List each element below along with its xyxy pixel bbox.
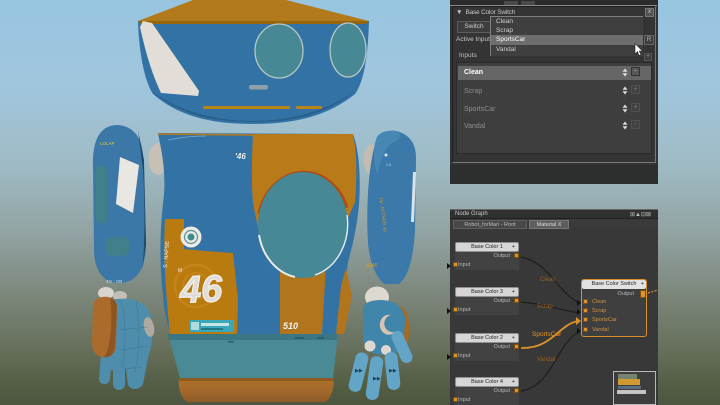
svg-text:4O : OB: 4O : OB xyxy=(106,279,122,284)
svg-text:46: 46 xyxy=(178,268,224,312)
svg-text:1 3: 1 3 xyxy=(386,163,391,167)
svg-text:▶▶: ▶▶ xyxy=(389,368,397,374)
svg-text:Clean: Clean xyxy=(540,277,556,283)
svg-text:Scrap: Scrap xyxy=(537,304,553,310)
svg-text:510: 510 xyxy=(283,321,298,331)
svg-text:SportsCar: SportsCar xyxy=(532,331,562,338)
svg-text:LOLAP: LOLAP xyxy=(100,141,115,146)
svg-text:Vandal: Vandal xyxy=(537,357,555,363)
svg-text:▶▶: ▶▶ xyxy=(373,376,381,382)
svg-text:▤46: ▤46 xyxy=(366,263,378,269)
svg-text:'46: '46 xyxy=(235,152,246,161)
svg-text:▶▶: ▶▶ xyxy=(355,368,363,374)
svg-text:M: M xyxy=(178,268,182,274)
